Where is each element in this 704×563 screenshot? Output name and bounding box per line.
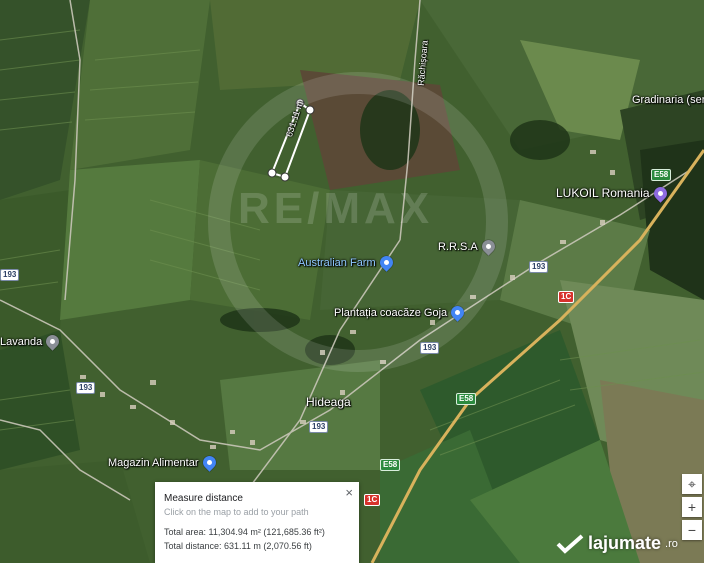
route-shield-193: 193 <box>0 269 20 281</box>
poi-lukoil[interactable]: LUKOIL Romania <box>556 183 670 203</box>
map-controls: ⌖ + − <box>682 474 704 543</box>
my-location-icon[interactable]: ⌖ <box>682 474 702 494</box>
route-shield-193: 193 <box>309 421 329 433</box>
route-shield-e58: E58 <box>380 459 401 471</box>
route-shield-193: 193 <box>76 382 96 394</box>
poi-magazin-label: Magazin Alimentar <box>108 456 199 469</box>
shop-pin-icon <box>199 453 219 472</box>
poi-lukoil-label: LUKOIL Romania <box>556 186 650 200</box>
zoom-in-button[interactable]: + <box>682 497 702 517</box>
poi-australian-farm-label: Australian Farm <box>298 256 376 269</box>
measure-title: Measure distance <box>164 493 243 504</box>
satellite-map[interactable]: RE/MAX 631.11 m Răchișoara Gradinaria (s… <box>0 0 704 563</box>
place-label-gradinaria[interactable]: Gradinaria (sere) <box>632 94 704 106</box>
route-shield-1c: 1C <box>558 291 575 303</box>
poi-rrsa-label: R.R.S.A <box>438 240 478 253</box>
place-pin-icon <box>43 332 62 351</box>
poi-australian-farm[interactable]: Australian Farm <box>298 253 396 272</box>
place-label-hideaga[interactable]: Hideaga <box>306 395 351 409</box>
route-shield-1c: 1C <box>364 494 381 506</box>
poi-lavanda[interactable]: Lavanda <box>0 332 62 351</box>
shop-pin-icon <box>448 303 467 322</box>
total-distance: Total distance: 631.11 m (2,070.56 ft) <box>164 541 312 551</box>
place-pin-icon <box>479 237 498 256</box>
zoom-out-button[interactable]: − <box>682 520 702 540</box>
total-area: Total area: 11,304.94 m² (121,685.36 ft²… <box>164 527 325 537</box>
poi-plantatia[interactable]: Plantația coacăze Goja <box>334 303 467 322</box>
poi-lavanda-label: Lavanda <box>0 335 43 348</box>
lajumate-tld: .ro <box>665 537 678 550</box>
route-shield-e58: E58 <box>456 393 477 405</box>
shop-pin-icon <box>376 253 396 272</box>
measure-distance-panel: × Measure distance Click on the map to a… <box>155 482 359 563</box>
poi-plantatia-label: Plantația coacăze Goja <box>334 306 448 319</box>
poi-magazin-alimentar[interactable]: Magazin Alimentar <box>108 453 219 472</box>
lajumate-logo-icon <box>556 534 584 554</box>
gas-station-icon <box>650 183 670 203</box>
route-shield-e58: E58 <box>651 169 672 181</box>
close-icon[interactable]: × <box>345 485 353 500</box>
remax-watermark-text: RE/MAX <box>238 184 434 233</box>
route-shield-193: 193 <box>420 342 440 354</box>
measure-hint: Click on the map to add to your path <box>164 507 309 517</box>
poi-rrsa[interactable]: R.R.S.A <box>438 237 498 256</box>
route-shield-193: 193 <box>529 261 549 273</box>
lajumate-name: lajumate <box>588 533 662 553</box>
lajumate-watermark: lajumate .ro <box>556 533 678 554</box>
